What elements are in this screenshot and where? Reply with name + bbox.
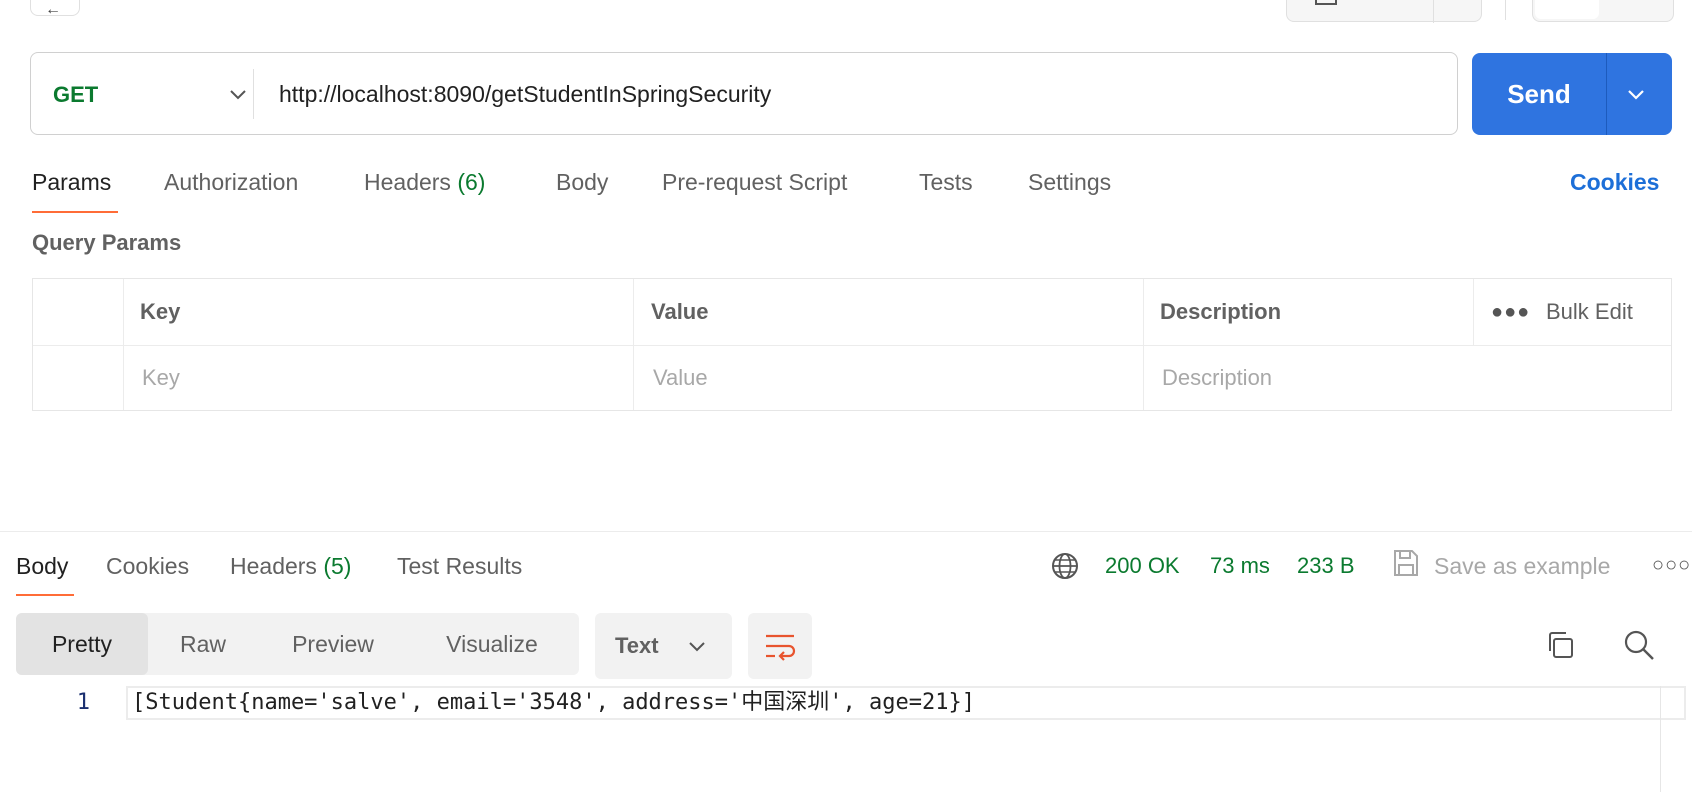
format-select[interactable]: Text	[595, 613, 732, 679]
tab-body[interactable]: Body	[556, 160, 608, 204]
query-params-table: Key Value Description ●●● Bulk Edit Key …	[32, 278, 1672, 411]
save-icon[interactable]	[1392, 548, 1420, 578]
tab-pre-request-script[interactable]: Pre-request Script	[662, 160, 847, 204]
chevron-down-icon	[689, 642, 705, 652]
response-size[interactable]: 233 B	[1297, 544, 1355, 588]
edit-button-group[interactable]	[1532, 0, 1674, 22]
save-button-group[interactable]	[1286, 0, 1482, 23]
tab-settings[interactable]: Settings	[1028, 160, 1111, 204]
format-select-label: Text	[615, 633, 659, 658]
response-time[interactable]: 73 ms	[1210, 544, 1270, 588]
method-select[interactable]: GET	[53, 53, 98, 136]
tab-headers[interactable]: Headers (6)	[364, 160, 485, 204]
url-bar: GET http://localhost:8090/getStudentInSp…	[30, 52, 1458, 135]
send-button[interactable]: Send	[1472, 53, 1672, 135]
response-headers-count: (5)	[323, 553, 352, 579]
view-visualize[interactable]: Visualize	[408, 613, 576, 675]
globe-icon[interactable]	[1050, 551, 1080, 581]
status-code[interactable]: 200 OK	[1105, 544, 1180, 588]
response-tab-cookies[interactable]: Cookies	[106, 544, 189, 588]
response-body-text: [Student{name='salve', email='3548', add…	[132, 690, 975, 715]
value-input[interactable]: Value	[653, 345, 708, 410]
cookies-link[interactable]: Cookies	[1570, 160, 1659, 204]
save-as-example-button[interactable]: Save as example	[1434, 544, 1610, 588]
wrap-lines-icon	[766, 634, 796, 661]
view-raw[interactable]: Raw	[148, 613, 258, 675]
tab-params[interactable]: Params	[32, 160, 111, 204]
column-header-value: Value	[651, 299, 709, 324]
tab-tests[interactable]: Tests	[919, 160, 973, 204]
wrap-lines-button[interactable]	[748, 613, 812, 679]
response-active-tab-indicator	[16, 594, 74, 596]
bulk-edit-button[interactable]: Bulk Edit	[1546, 279, 1633, 345]
headers-count: (6)	[457, 169, 486, 195]
response-tab-body[interactable]: Body	[16, 544, 68, 588]
more-horizontal-icon[interactable]: ●●●	[1491, 301, 1530, 324]
description-input[interactable]: Description	[1162, 345, 1272, 410]
editor-scroll-edge	[1660, 686, 1661, 792]
body-view-selector: Pretty Raw Preview Visualize	[16, 613, 579, 675]
url-input[interactable]: http://localhost:8090/getStudentInSpring…	[279, 53, 771, 136]
top-toolbar: ←	[0, 0, 1692, 24]
copy-icon[interactable]	[1544, 629, 1576, 661]
column-header-description: Description	[1160, 299, 1282, 324]
more-horizontal-icon[interactable]: ○○○	[1652, 554, 1691, 577]
back-arrow-icon: ←	[45, 1, 61, 18]
tab-authorization[interactable]: Authorization	[164, 160, 298, 204]
view-preview[interactable]: Preview	[258, 613, 408, 675]
chevron-down-icon[interactable]	[227, 83, 249, 105]
key-input[interactable]: Key	[142, 345, 180, 410]
response-tab-headers[interactable]: Headers (5)	[230, 544, 351, 588]
back-button[interactable]: ←	[30, 0, 80, 18]
send-button-label: Send	[1507, 79, 1571, 109]
column-header-key: Key	[140, 299, 181, 324]
code-line[interactable]: [Student{name='salve', email='3548', add…	[126, 686, 1686, 720]
response-divider[interactable]	[0, 531, 1692, 532]
response-tab-test-results[interactable]: Test Results	[397, 544, 522, 588]
view-pretty[interactable]: Pretty	[16, 613, 148, 675]
active-tab-indicator	[32, 211, 118, 213]
request-tabs: Params Authorization Headers (6) Body Pr…	[0, 160, 1692, 216]
search-icon[interactable]	[1622, 628, 1656, 662]
chevron-down-icon[interactable]	[1624, 83, 1648, 105]
save-icon	[1315, 0, 1337, 5]
line-number: 1	[76, 690, 90, 715]
query-params-title: Query Params	[32, 230, 182, 255]
